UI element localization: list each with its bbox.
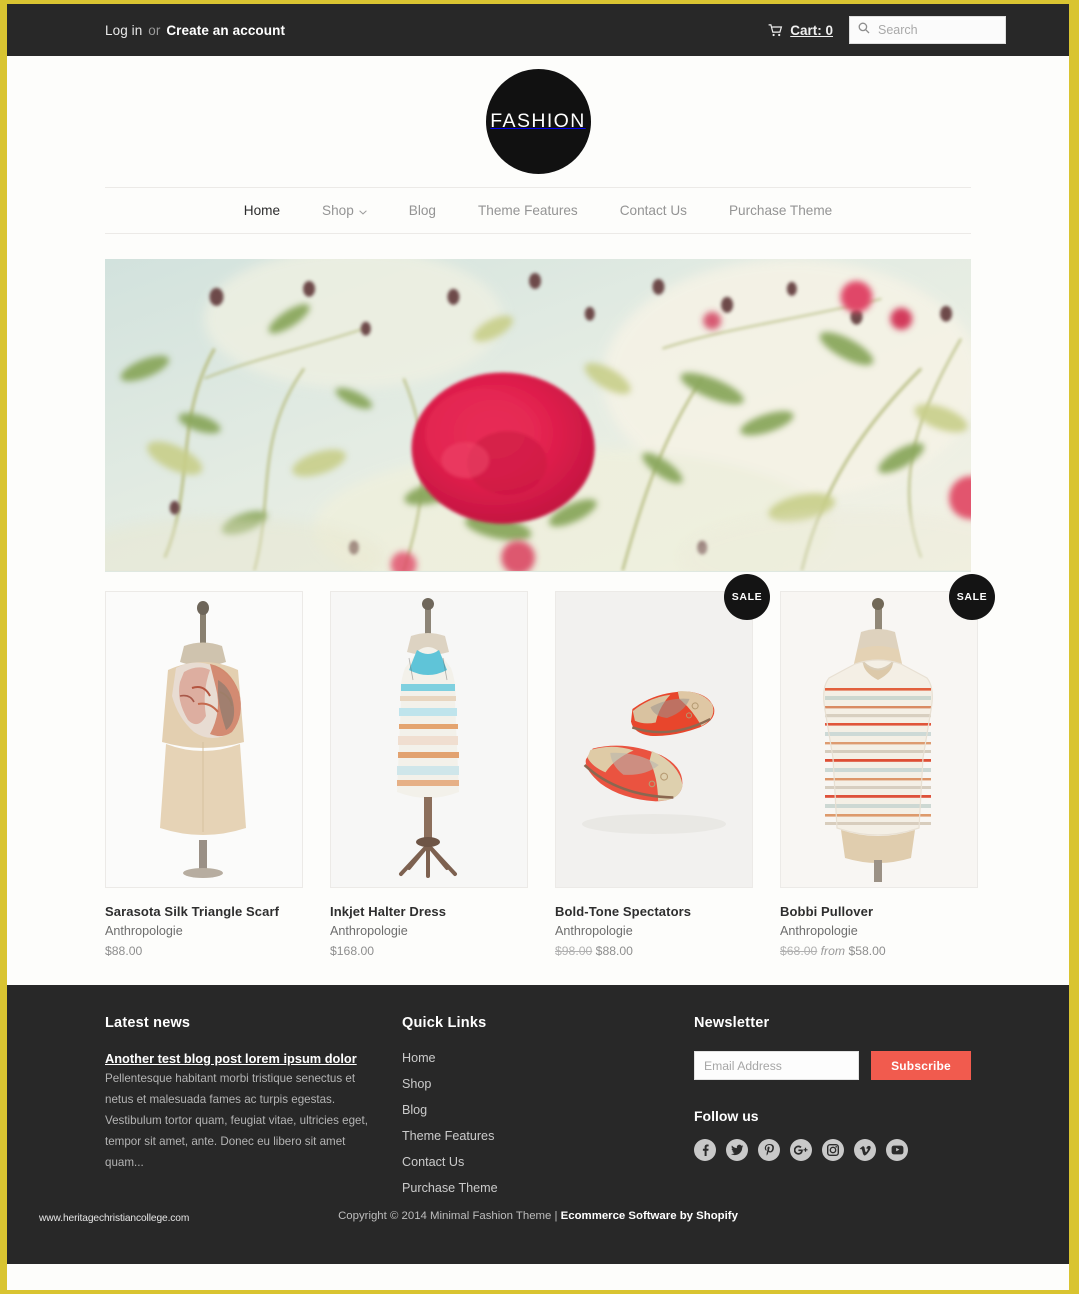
spectator-flats-image xyxy=(556,592,752,887)
nav-item-contact-us[interactable]: Contact Us xyxy=(599,203,708,218)
product-grid: Sarasota Silk Triangle Scarf Anthropolog… xyxy=(105,574,995,958)
sale-badge: SALE xyxy=(949,574,995,620)
logo-area: FASHION xyxy=(7,56,1069,187)
account-links: Log in or Create an account xyxy=(105,23,285,38)
latest-news-excerpt: Pellentesque habitant morbi tristique se… xyxy=(105,1072,368,1170)
product-price: $68.00 from $58.00 xyxy=(780,944,978,958)
product-card[interactable]: Sarasota Silk Triangle Scarf Anthropolog… xyxy=(105,591,303,958)
quick-links-heading: Quick Links xyxy=(401,1015,487,1031)
google-plus-icon[interactable] xyxy=(790,1139,812,1161)
striped-pullover-image xyxy=(781,592,977,887)
product-card[interactable]: SALE xyxy=(780,574,995,958)
cart-link[interactable]: Cart: 0 xyxy=(768,23,833,38)
footer-link-shop[interactable]: Shop xyxy=(402,1077,694,1091)
halter-dress-image xyxy=(331,592,527,887)
product-title[interactable]: Bobbi Pullover xyxy=(780,904,978,919)
hero-image xyxy=(105,259,971,571)
main-navigation: Home Shop Blog Theme Features Contact Us… xyxy=(105,187,971,234)
site-logo[interactable]: FASHION xyxy=(485,69,591,174)
newsletter-heading: Newsletter xyxy=(694,1015,770,1031)
facebook-icon[interactable] xyxy=(694,1139,716,1161)
product-image[interactable] xyxy=(330,591,528,888)
product-price: $98.00 $88.00 xyxy=(555,944,753,958)
product-vendor: Anthropologie xyxy=(555,924,633,938)
top-bar-right: Cart: 0 xyxy=(768,4,1006,56)
nav-item-theme-features[interactable]: Theme Features xyxy=(457,203,599,218)
search-box[interactable] xyxy=(849,16,1006,44)
product-vendor: Anthropologie xyxy=(105,924,183,938)
product-image[interactable] xyxy=(780,591,978,888)
nav-item-blog[interactable]: Blog xyxy=(388,203,457,218)
price-original: $98.00 xyxy=(555,944,593,958)
footer-link-purchase-theme[interactable]: Purchase Theme xyxy=(402,1181,694,1195)
twitter-icon[interactable] xyxy=(726,1139,748,1161)
price-original: $68.00 xyxy=(780,944,818,958)
product-title[interactable]: Inkjet Halter Dress xyxy=(330,904,528,919)
product-image[interactable] xyxy=(555,591,753,888)
nav-list: Home Shop Blog Theme Features Contact Us… xyxy=(223,203,854,218)
copyright-prefix: Copyright © 2014 Minimal Fashion Theme | xyxy=(338,1210,558,1222)
instagram-icon[interactable] xyxy=(822,1139,844,1161)
nav-label-home: Home xyxy=(243,203,281,218)
copyright-text: Copyright © 2014 Minimal Fashion Theme |… xyxy=(7,1210,1069,1222)
top-bar: Log in or Create an account Cart: 0 xyxy=(7,4,1069,56)
follow-us-heading: Follow us xyxy=(694,1108,759,1124)
product-title[interactable]: Bold-Tone Spectators xyxy=(555,904,753,919)
product-image[interactable] xyxy=(105,591,303,888)
price-current: $88.00 xyxy=(105,944,143,958)
create-account-link[interactable]: Create an account xyxy=(166,23,285,38)
product-title[interactable]: Sarasota Silk Triangle Scarf xyxy=(105,904,303,919)
pinterest-icon[interactable] xyxy=(758,1139,780,1161)
price-current: $88.00 xyxy=(595,944,633,958)
search-input[interactable] xyxy=(876,22,997,38)
footer-bottom-bar: www.heritagechristiancollege.com Copyrig… xyxy=(7,1198,1069,1264)
cart-label: Cart: 0 xyxy=(790,22,833,38)
product-price: $168.00 xyxy=(330,944,528,958)
product-vendor: Anthropologie xyxy=(330,924,408,938)
nav-label-blog: Blog xyxy=(408,203,436,218)
product-vendor: Anthropologie xyxy=(780,924,858,938)
scarf-on-mannequin-image xyxy=(106,592,302,887)
site-footer: Latest news Another test blog post lorem… xyxy=(7,985,1069,1264)
price-from-label: from xyxy=(820,944,846,958)
nav-item-shop[interactable]: Shop xyxy=(301,203,388,218)
sale-badge: SALE xyxy=(724,574,770,620)
latest-news-post-link[interactable]: Another test blog post lorem ipsum dolor xyxy=(105,1051,357,1066)
footer-link-contact-us[interactable]: Contact Us xyxy=(402,1155,694,1169)
social-links xyxy=(694,1139,971,1161)
chevron-down-icon xyxy=(359,203,367,218)
nav-item-purchase-theme[interactable]: Purchase Theme xyxy=(708,203,853,218)
price-current: $168.00 xyxy=(330,944,375,958)
page-frame: Log in or Create an account Cart: 0 Sear… xyxy=(7,4,1069,1290)
latest-news-heading: Latest news xyxy=(105,1015,191,1031)
nav-label-shop: Shop xyxy=(322,203,354,218)
shopping-cart-icon xyxy=(768,23,783,37)
logo-text: FASHION xyxy=(490,110,586,132)
footer-link-home[interactable]: Home xyxy=(402,1051,694,1065)
price-current: $58.00 xyxy=(848,944,886,958)
vimeo-icon[interactable] xyxy=(854,1139,876,1161)
nav-label-theme-features: Theme Features xyxy=(477,203,578,218)
subscribe-button[interactable]: Subscribe xyxy=(871,1051,971,1080)
nav-label-purchase-theme: Purchase Theme xyxy=(728,203,833,218)
youtube-icon[interactable] xyxy=(886,1139,908,1161)
nav-label-contact-us: Contact Us xyxy=(619,203,687,218)
newsletter-form: Subscribe xyxy=(694,1051,971,1080)
product-card[interactable]: Inkjet Halter Dress Anthropologie $168.0… xyxy=(330,591,528,958)
log-in-link[interactable]: Log in xyxy=(105,23,142,38)
nav-item-home[interactable]: Home xyxy=(223,203,301,218)
shopify-link[interactable]: Ecommerce Software by Shopify xyxy=(561,1210,738,1222)
footer-link-blog[interactable]: Blog xyxy=(402,1103,694,1117)
search-icon xyxy=(858,21,870,39)
product-card[interactable]: SALE xyxy=(555,574,770,958)
hero-banner[interactable] xyxy=(105,259,971,572)
footer-link-theme-features[interactable]: Theme Features xyxy=(402,1129,694,1143)
or-separator: or xyxy=(148,22,161,38)
email-field[interactable] xyxy=(694,1051,859,1080)
product-price: $88.00 xyxy=(105,944,303,958)
